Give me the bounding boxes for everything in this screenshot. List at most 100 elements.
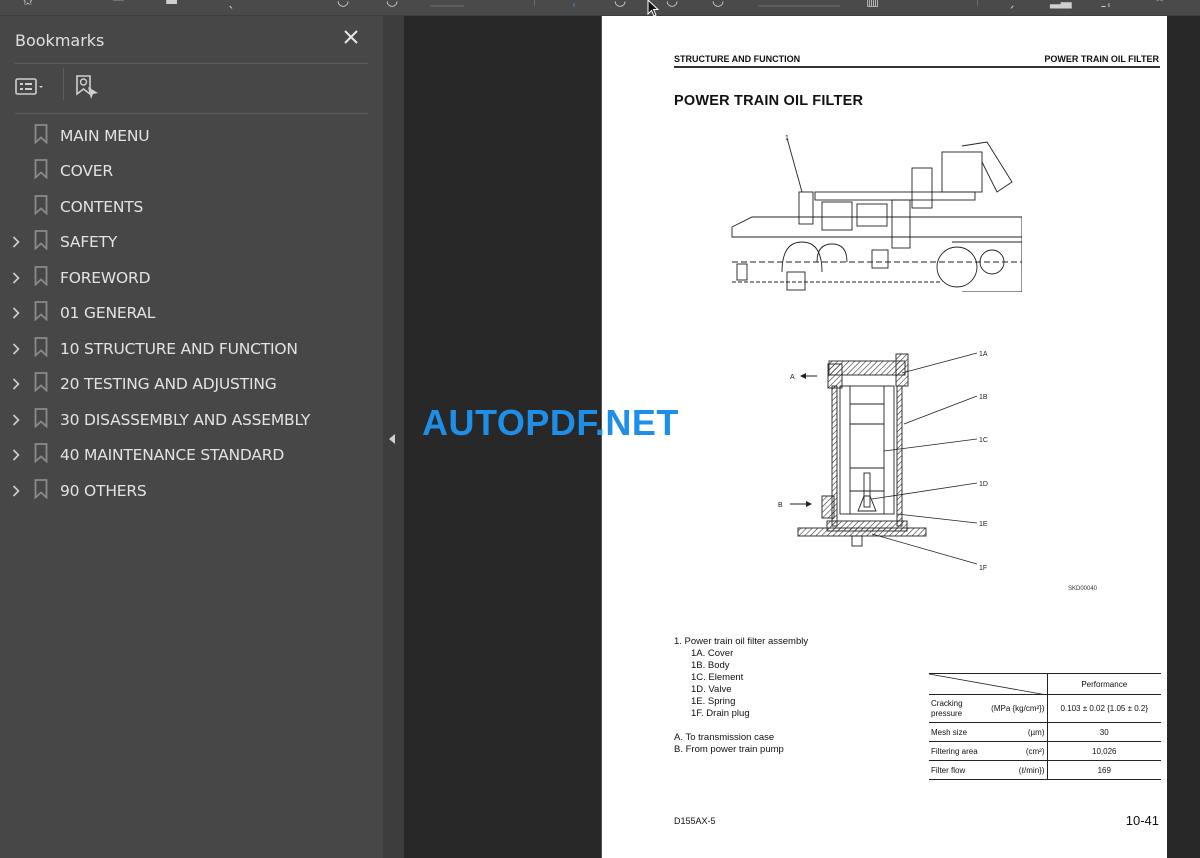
row-value: 0.103 ± 0.02 {1.05 ± 0.2}: [1047, 694, 1161, 723]
highlight-icon[interactable]: ▂▃: [1050, 0, 1072, 8]
row-unit: (µm): [1027, 727, 1045, 737]
divider: [15, 63, 368, 64]
bookmark-label: 40 MAINTENANCE STANDARD: [60, 446, 285, 465]
find-bookmark-button[interactable]: [75, 74, 99, 104]
bookmark-item[interactable]: CONTENTS: [0, 189, 383, 225]
bookmark-item[interactable]: 30 DISASSEMBLY AND ASSEMBLY: [0, 402, 383, 438]
bookmark-item[interactable]: 01 GENERAL: [0, 296, 383, 332]
bookmark-label: 30 DISASSEMBLY AND ASSEMBLY: [60, 410, 311, 429]
bookmark-label: CONTENTS: [60, 197, 144, 216]
bookmark-icon: [34, 336, 60, 361]
diagonal-header-cell: [929, 673, 1048, 695]
zoom-in-icon[interactable]: ◡: [666, 0, 678, 8]
prev-page-icon[interactable]: ◡: [337, 0, 349, 8]
part-item: 1F. Drain plug: [691, 708, 750, 719]
bookmark-item[interactable]: SAFETY: [0, 225, 383, 261]
part-item: 1C. Element: [691, 672, 744, 683]
bookmark-label: FOREWORD: [60, 268, 151, 287]
next-page-icon[interactable]: ◡: [386, 0, 398, 8]
bookmark-item[interactable]: MAIN MENU: [0, 118, 383, 154]
rotate-icon[interactable]: ˑ: [938, 0, 943, 8]
row-label: Mesh size: [931, 727, 968, 737]
parts-main-item: 1. Power train oil filter assembly: [674, 636, 809, 647]
row-unit: (MPa {kg/cm²}): [991, 704, 1045, 713]
bookmark-star-icon[interactable]: ✩: [22, 0, 34, 8]
bookmark-label: 90 OTHERS: [60, 481, 147, 500]
expand-chevron-icon[interactable]: [0, 307, 34, 319]
part-item: 1A. Cover: [691, 648, 734, 659]
callout-1a: 1A: [979, 351, 988, 358]
expand-chevron-icon[interactable]: [0, 485, 34, 497]
bookmark-icon: [34, 372, 60, 396]
flow-item: A. To transmission case: [674, 732, 775, 743]
performance-table: Performance Cracking pressure (MPa {kg/cm…: [929, 673, 1161, 780]
zoom-out-icon[interactable]: ◡: [614, 0, 626, 8]
row-unit: (ℓ/min}): [1018, 765, 1045, 775]
bookmark-item[interactable]: 20 TESTING AND ADJUSTING: [0, 367, 383, 403]
toolbar-divider: [63, 68, 64, 100]
select-cursor-icon[interactable]: ˌ: [572, 0, 576, 8]
leader-line: [786, 137, 803, 193]
bookmark-icon: [34, 123, 60, 148]
triangle-left-icon: [389, 434, 395, 444]
search-icon[interactable]: ˎ: [228, 0, 235, 8]
bookmark-item[interactable]: 40 MAINTENANCE STANDARD: [0, 438, 383, 474]
expand-chevron-icon[interactable]: [0, 343, 34, 355]
running-header-left: STRUCTURE AND FUNCTION: [674, 54, 801, 64]
table-row: Cracking pressure (MPa {kg/cm²}) 0.103 ± …: [929, 694, 1161, 723]
collapse-panel-button[interactable]: [388, 430, 398, 444]
bookmark-find-icon: [76, 75, 98, 99]
page-number-footer: 10-41: [1125, 813, 1159, 828]
page-number-field[interactable]: [430, 5, 464, 7]
callout-1e: 1E: [979, 521, 988, 528]
callout-1c: 1C: [979, 437, 988, 444]
expand-chevron-icon[interactable]: [0, 378, 34, 390]
expand-chevron-icon[interactable]: [0, 236, 34, 248]
row-unit: (cm²): [1025, 746, 1045, 756]
watermark-text: AUTOPDF.NET: [422, 402, 679, 443]
part-item: 1E. Spring: [691, 696, 736, 707]
bookmark-item[interactable]: 90 OTHERS: [0, 473, 383, 509]
callout-b: B: [778, 502, 783, 509]
expand-chevron-icon[interactable]: [0, 449, 34, 461]
close-icon: [344, 30, 358, 44]
comment-icon[interactable]: ˏ: [1008, 0, 1015, 8]
close-panel-button[interactable]: [340, 26, 362, 48]
bookmark-icon: [34, 443, 60, 467]
bookmark-label: 20 TESTING AND ADJUSTING: [60, 375, 277, 394]
bookmark-options-button[interactable]: [15, 77, 43, 99]
mouse-cursor-icon: [647, 0, 660, 17]
table-row: Mesh size (µm) 30: [929, 722, 1161, 742]
bookmark-item[interactable]: 10 STRUCTURE AND FUNCTION: [0, 331, 383, 367]
toolbar-divider: [977, 0, 978, 6]
divider: [15, 113, 368, 114]
bookmark-icon: [34, 159, 60, 183]
bookmark-icon: [34, 194, 60, 219]
more-tools-icon[interactable]: ꟹ: [1155, 0, 1164, 8]
upload-icon[interactable]: ˈ: [66, 0, 70, 8]
expand-chevron-icon[interactable]: [0, 272, 34, 284]
filter-cross-section-drawing: A B 1A 1B 1C 1D 1E 1F: [778, 351, 988, 572]
model-footer: D155AX-5: [674, 816, 716, 826]
sign-icon[interactable]: ˍˌ: [1100, 0, 1111, 8]
bookmark-label: SAFETY: [60, 233, 118, 252]
fit-page-icon[interactable]: ▥: [866, 0, 879, 8]
diagonal-line: [929, 674, 1047, 695]
table-header-row: Performance: [929, 673, 1161, 695]
bookmark-icon: [34, 478, 60, 503]
zoom-fit-icon[interactable]: ◡: [712, 0, 724, 8]
bookmark-item[interactable]: FOREWORD: [0, 260, 383, 296]
save-icon[interactable]: ▬: [165, 0, 178, 8]
row-label: Filter flow: [931, 765, 966, 775]
bookmark-label: 01 GENERAL: [60, 304, 156, 323]
bookmarks-panel: Bookmarks MAIN MENU COVER CONTENTS SAFETY FO…: [0, 16, 383, 858]
callout-1f: 1F: [979, 565, 987, 572]
running-header-right: POWER TRAIN OIL FILTER: [1044, 54, 1159, 64]
bookmark-item[interactable]: COVER: [0, 154, 383, 190]
expand-chevron-icon[interactable]: [0, 414, 34, 426]
zoom-level-field[interactable]: [758, 5, 840, 7]
row-value: 10,026: [1047, 741, 1161, 761]
list-options-icon: [15, 78, 43, 95]
performance-header: Performance: [1047, 673, 1161, 695]
print-icon[interactable]: ▀: [113, 0, 124, 8]
